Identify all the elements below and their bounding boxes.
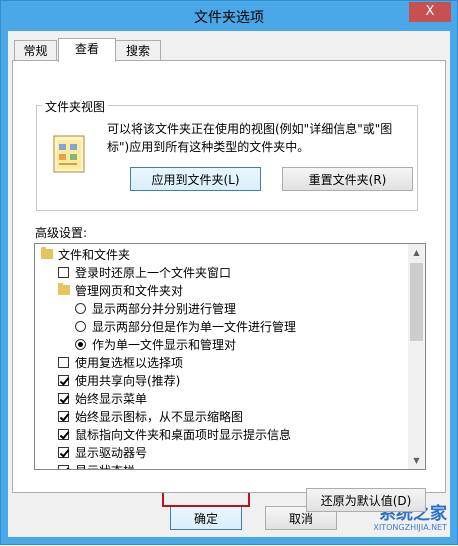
window-title: 文件夹选项 (194, 10, 264, 26)
close-button[interactable]: X (409, 2, 451, 22)
tab-view[interactable]: 查看 (58, 38, 116, 62)
advanced-setting-row[interactable]: 文件和文件夹 (35, 246, 405, 264)
advanced-setting-row[interactable]: 使用共享向导(推荐) (35, 372, 405, 390)
vertical-scrollbar[interactable]: ▲ ▼ (408, 244, 425, 469)
setting-label: 鼠标指向文件夹和桌面项时显示提示信息 (75, 428, 292, 442)
reset-folders-button[interactable]: 重置文件夹(R) (282, 167, 413, 191)
dialog-client: 常规 查看 搜索 文件夹视图 可以将该文件夹正在使用的视图(例如"详细信息"或"… (8, 31, 450, 537)
advanced-setting-row[interactable]: 显示状态栏 (35, 462, 405, 469)
tab-general-label: 常规 (23, 44, 48, 58)
folder-options-window: 文件夹选项 X 常规 查看 搜索 文件夹视图 可以将该文件夹正在使用的视图(例如… (0, 0, 458, 545)
setting-label: 显示两部分但是作为单一文件进行管理 (92, 320, 297, 334)
setting-checkbox[interactable] (58, 375, 69, 386)
advanced-setting-row[interactable]: 使用复选框以选择项 (35, 354, 405, 372)
setting-checkbox[interactable] (58, 393, 69, 404)
setting-checkbox[interactable] (58, 411, 69, 422)
setting-checkbox[interactable] (58, 267, 69, 278)
tab-general[interactable]: 常规 (14, 40, 57, 61)
folder-views-legend: 文件夹视图 (42, 98, 109, 115)
folder-views-description: 可以将该文件夹正在使用的视图(例如"详细信息"或"图标")应用到所有这种类型的文… (107, 122, 393, 154)
setting-radio[interactable] (75, 303, 86, 314)
advanced-setting-row[interactable]: 显示两部分并分别进行管理 (35, 300, 405, 318)
watermark-url: XITONGZHIJIA.NET (373, 523, 447, 532)
tab-search[interactable]: 搜索 (115, 40, 161, 61)
advanced-setting-row[interactable]: 管理网页和文件夹对 (35, 282, 405, 300)
setting-checkbox[interactable] (58, 465, 69, 469)
apply-to-folders-button[interactable]: 应用到文件夹(L) (130, 167, 261, 191)
setting-label: 作为单一文件显示和管理对 (92, 338, 237, 352)
setting-checkbox[interactable] (58, 447, 69, 458)
setting-checkbox[interactable] (58, 357, 69, 368)
advanced-settings-list[interactable]: 显示状态栏 显示驱动器号 鼠标指向文件夹和桌面项时显示提示信息始终显示图标，从不显示… (34, 243, 426, 470)
tab-view-label: 查看 (74, 42, 99, 56)
setting-label: 显示状态栏 (75, 462, 135, 469)
advanced-setting-row[interactable]: 显示两部分但是作为单一文件进行管理 (35, 318, 405, 336)
advanced-settings-label: 高级设置: (35, 226, 88, 240)
scroll-down-icon[interactable]: ▼ (408, 452, 425, 469)
setting-checkbox[interactable] (58, 429, 69, 440)
advanced-setting-row[interactable]: 作为单一文件显示和管理对 (35, 336, 405, 354)
setting-label: 文件和文件夹 (58, 248, 131, 262)
scroll-thumb[interactable] (410, 263, 423, 341)
folder-views-group: 文件夹视图 可以将该文件夹正在使用的视图(例如"详细信息"或"图标")应用到所有… (36, 98, 418, 211)
advanced-setting-row[interactable]: 显示驱动器号 (35, 444, 405, 462)
folder-icon (58, 283, 70, 295)
setting-label: 管理网页和文件夹对 (75, 284, 184, 298)
advanced-setting-row[interactable]: 始终显示菜单 (35, 390, 405, 408)
advanced-setting-row[interactable]: 鼠标指向文件夹和桌面项时显示提示信息 (35, 426, 405, 444)
folder-icon (41, 247, 53, 259)
folder-view-icon (53, 135, 85, 173)
setting-label: 使用共享向导(推荐) (75, 374, 181, 388)
scroll-up-icon[interactable]: ▲ (408, 244, 425, 261)
advanced-setting-row[interactable]: 登录时还原上一个文件夹窗口 (35, 264, 405, 282)
title-bar[interactable]: 文件夹选项 X (1, 1, 457, 31)
setting-label: 显示驱动器号 (75, 446, 148, 460)
setting-label: 始终显示菜单 (75, 392, 148, 406)
ok-button[interactable]: 确定 (170, 506, 242, 530)
setting-label: 使用复选框以选择项 (75, 356, 184, 370)
view-tab-panel: 文件夹视图 可以将该文件夹正在使用的视图(例如"详细信息"或"图标")应用到所有… (12, 60, 446, 512)
setting-label: 始终显示图标，从不显示缩略图 (75, 410, 244, 424)
setting-label: 显示两部分并分别进行管理 (92, 302, 237, 316)
tab-search-label: 搜索 (125, 44, 150, 58)
restore-defaults-button[interactable]: 还原为默认值(D) (306, 488, 426, 512)
setting-radio[interactable] (75, 339, 86, 350)
advanced-setting-row[interactable]: 始终显示图标，从不显示缩略图 (35, 408, 405, 426)
setting-label: 登录时还原上一个文件夹窗口 (75, 266, 232, 280)
close-icon: X (425, 4, 435, 19)
setting-radio[interactable] (75, 321, 86, 332)
